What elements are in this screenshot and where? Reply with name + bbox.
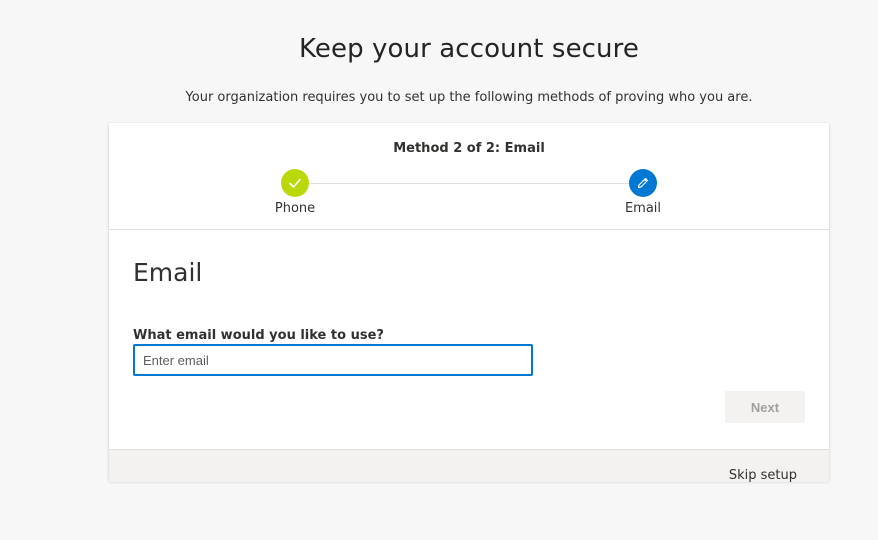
step-email-indicator xyxy=(629,169,657,197)
setup-card: Method 2 of 2: Email Phone Email Email W… xyxy=(109,123,829,483)
checkmark-icon xyxy=(289,178,301,188)
email-field[interactable] xyxy=(133,344,533,376)
stepper-connector-line xyxy=(309,183,629,184)
next-button[interactable]: Next xyxy=(725,391,805,423)
section-title: Email xyxy=(133,258,203,287)
page: Keep your account secure Your organizati… xyxy=(0,0,878,540)
method-stepper: Method 2 of 2: Email Phone Email xyxy=(109,123,829,230)
pencil-icon xyxy=(637,177,649,189)
step-phone-indicator xyxy=(281,169,309,197)
method-progress-label: Method 2 of 2: Email xyxy=(393,141,545,156)
email-form: Email What email would you like to use? xyxy=(109,230,829,449)
step-email: Email xyxy=(603,169,683,216)
skip-setup-link[interactable]: Skip setup xyxy=(729,468,797,483)
step-phone: Phone xyxy=(255,169,335,216)
page-subtitle: Your organization requires you to set up… xyxy=(185,90,753,105)
card-footer: Skip setup xyxy=(109,449,829,483)
email-field-label: What email would you like to use? xyxy=(133,328,384,343)
step-phone-label: Phone xyxy=(274,201,316,216)
page-title: Keep your account secure xyxy=(299,34,639,64)
step-email-label: Email xyxy=(624,201,662,216)
